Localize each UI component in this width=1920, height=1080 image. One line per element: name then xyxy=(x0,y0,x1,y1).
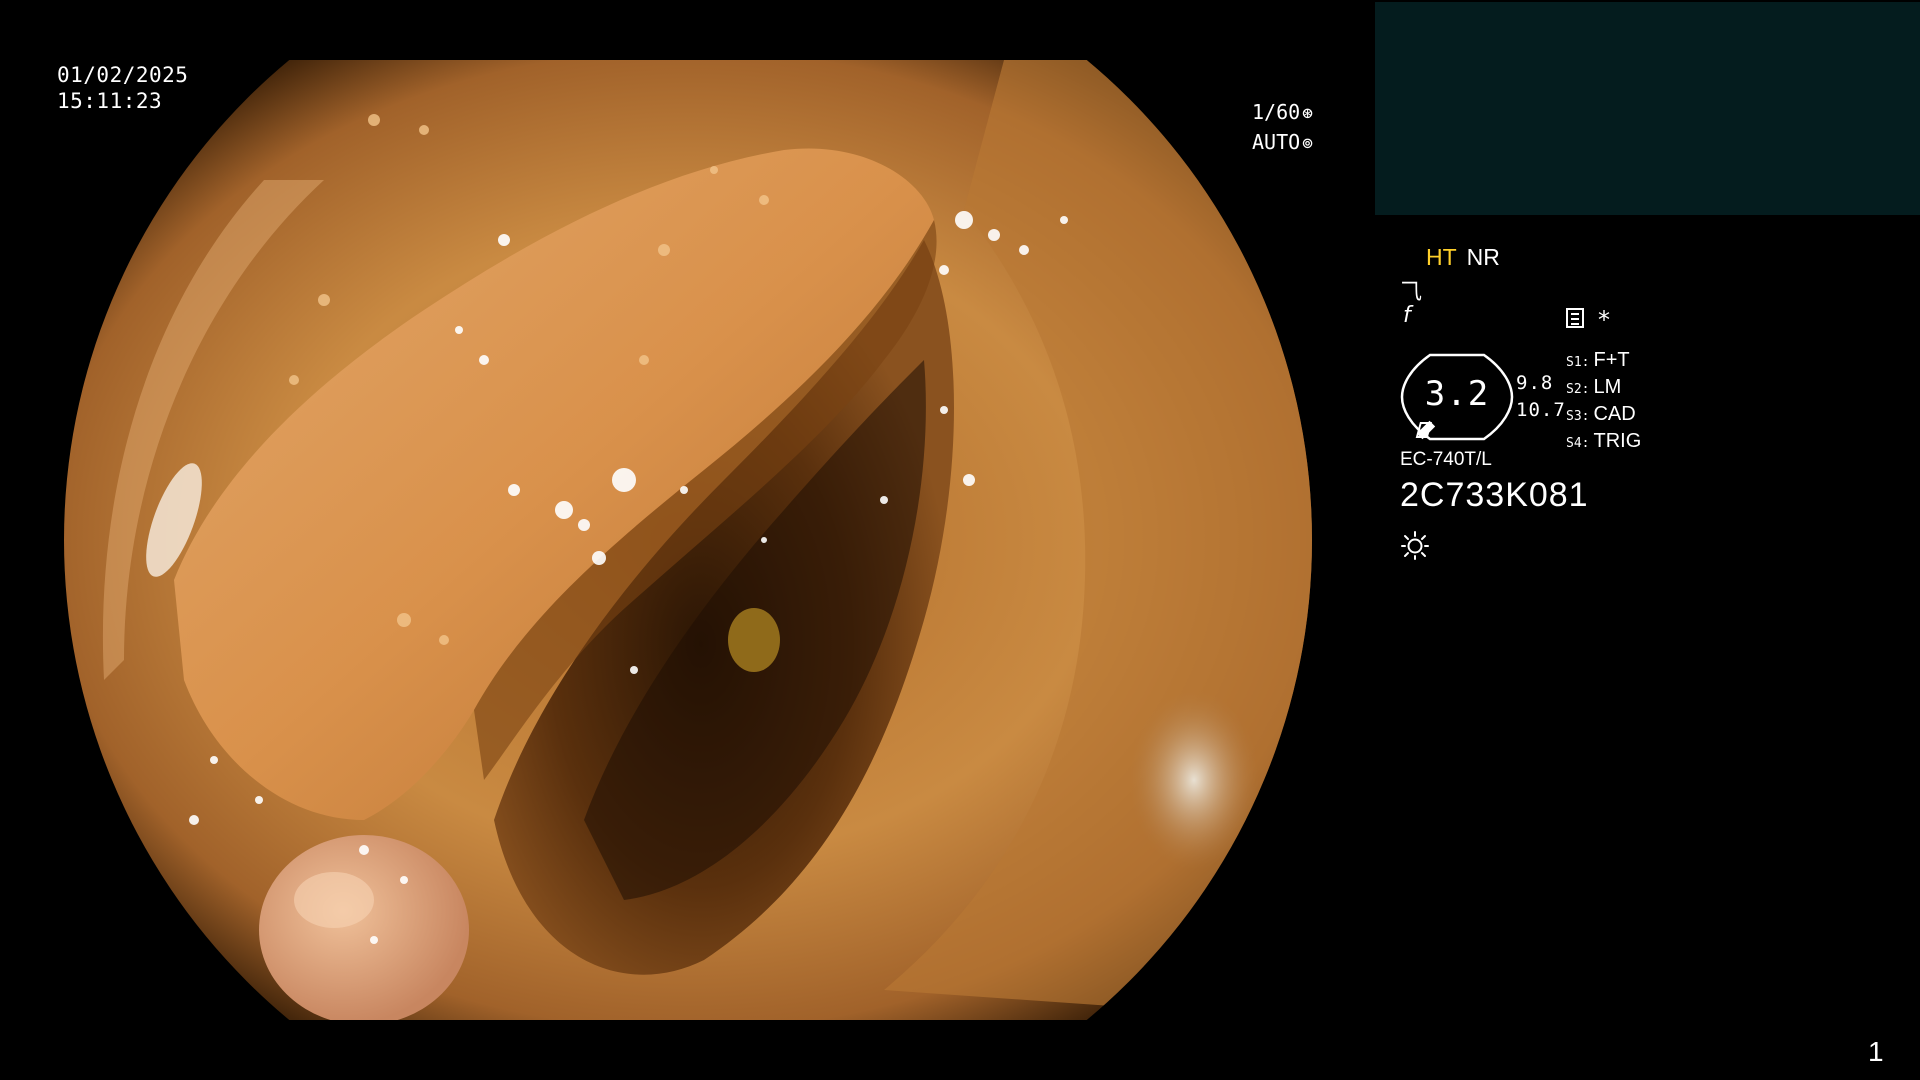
reference-window xyxy=(1375,2,1920,215)
setting-s3: S3: CAD xyxy=(1566,403,1636,425)
setting-s2: S2: LM xyxy=(1566,376,1622,398)
side-value-bottom: 10.7 xyxy=(1516,399,1566,421)
aperture-icon: ⊛ xyxy=(1302,103,1314,124)
image-mode-row: HT NR xyxy=(1426,244,1500,271)
datetime-display: 01/02/2025 15:11:23 xyxy=(57,62,188,114)
mode-ht-label: HT xyxy=(1426,244,1457,270)
time-text: 15:11:23 xyxy=(57,89,163,113)
mode-nr-label: NR xyxy=(1466,244,1500,270)
side-value-top: 9.8 xyxy=(1516,372,1554,394)
gauge-value: 3.2 xyxy=(1424,374,1490,414)
setting-s1: S1: F+T xyxy=(1566,349,1630,371)
asterisk-indicator: * xyxy=(1598,306,1610,334)
gauge-side-values: 9.8 10.7 xyxy=(1516,370,1566,424)
iris-icon: ⊚ xyxy=(1302,133,1314,154)
structure-icon: f xyxy=(1403,303,1411,328)
endoscope-view xyxy=(64,60,1312,1020)
date-text: 01/02/2025 xyxy=(57,63,189,87)
light-sun-icon xyxy=(1401,531,1429,560)
list-icon xyxy=(1566,308,1584,328)
endoscope-image xyxy=(64,60,1312,1020)
scope-model: EC-740T/L xyxy=(1400,449,1492,470)
exposure-mode: AUTO xyxy=(1252,130,1301,154)
shutter-speed: 1/60 xyxy=(1252,100,1301,124)
shutter-row: 1/60 ⊛ xyxy=(1252,98,1313,128)
page-number: 1 xyxy=(1868,1036,1884,1067)
exposure-row: AUTO ⊚ xyxy=(1252,128,1313,158)
setting-s4: S4: TRIG xyxy=(1566,430,1642,452)
enhancement-icon: ⺄ xyxy=(1400,280,1423,305)
exposure-info: 1/60 ⊛ AUTO ⊚ xyxy=(1252,98,1313,158)
switch-settings: S1: F+T S2: LM S3: CAD S4: TRIG xyxy=(1566,348,1641,456)
scope-serial: 2C733K081 xyxy=(1400,476,1589,514)
